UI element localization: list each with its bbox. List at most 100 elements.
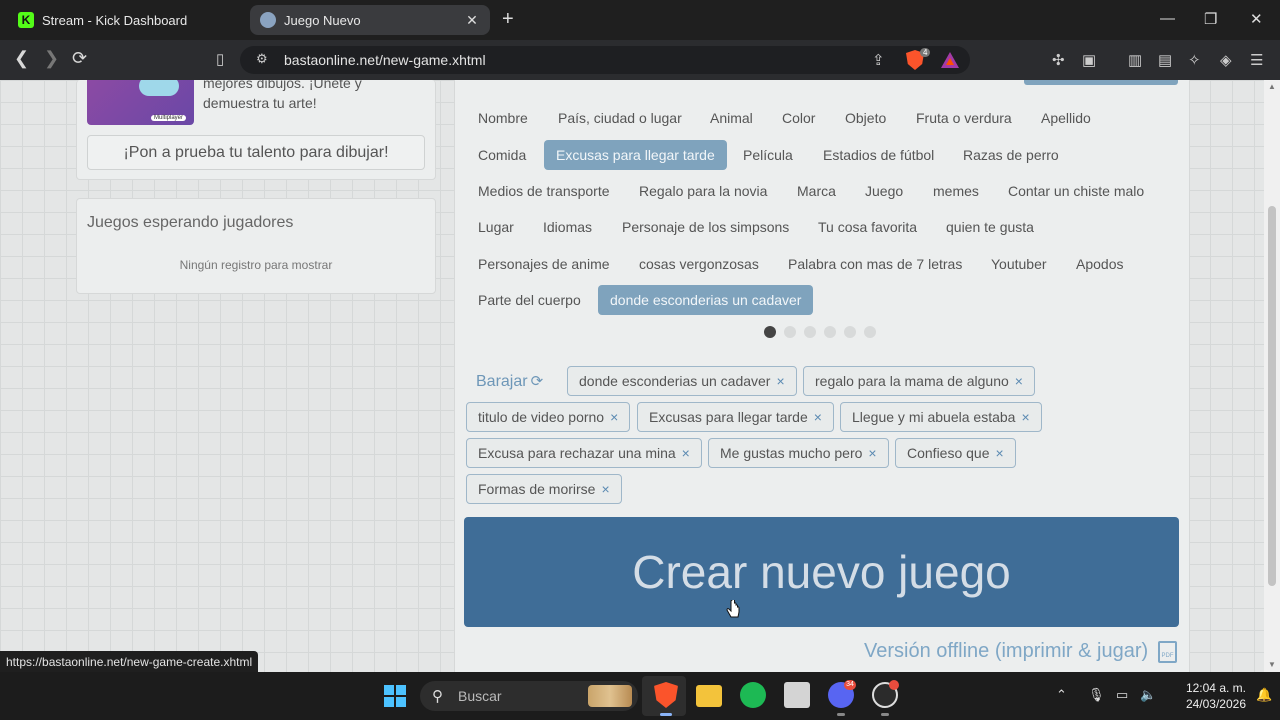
chip-label: Formas de morirse [478, 481, 596, 497]
category-option[interactable]: Animal [698, 103, 765, 133]
category-option[interactable]: Comida [466, 140, 538, 170]
url-text[interactable]: bastaonline.net/new-game.xhtml [284, 52, 486, 68]
system-clock[interactable]: 12:04 a. m. 24/03/2026 [1176, 680, 1246, 712]
category-option[interactable]: Palabra con mas de 7 letras [776, 249, 974, 279]
tab-kick-dashboard[interactable]: K Stream - Kick Dashboard [8, 5, 248, 35]
remove-chip-icon[interactable]: × [1021, 409, 1029, 425]
scroll-up-icon[interactable]: ▲ [1268, 82, 1276, 91]
selected-category-chip: donde esconderias un cadaver × [567, 366, 797, 396]
pagination-dot[interactable] [824, 326, 836, 338]
restore-icon[interactable]: ❐ [1204, 10, 1217, 28]
category-option[interactable]: quien te gusta [934, 212, 1046, 242]
category-option[interactable]: Idiomas [531, 212, 604, 242]
share-icon[interactable]: ⇪ [872, 51, 885, 69]
taskbar-search[interactable]: ⚲ Buscar [420, 681, 638, 711]
forward-icon[interactable]: ❯ [44, 48, 59, 69]
bookmark-icon[interactable]: ▯ [216, 50, 224, 68]
chip-label: Me gustas mucho pero [720, 445, 863, 461]
category-option[interactable]: Apellido [1029, 103, 1103, 133]
pagination-dot[interactable] [764, 326, 776, 338]
remove-chip-icon[interactable]: × [682, 445, 690, 461]
clock-time: 12:04 a. m. [1185, 681, 1246, 695]
category-option[interactable]: Fruta o verdura [904, 103, 1024, 133]
category-option[interactable]: Personaje de los simpsons [610, 212, 801, 242]
drawing-game-image[interactable]: Multiplayer [87, 80, 194, 125]
extensions-icon[interactable]: ✣ [1052, 51, 1065, 69]
remove-chip-icon[interactable]: × [610, 409, 618, 425]
remove-chip-icon[interactable]: × [776, 373, 784, 389]
category-option[interactable]: Estadios de fútbol [811, 140, 946, 170]
file-explorer-icon[interactable] [696, 685, 722, 707]
multiplayer-tag: Multiplayer [150, 115, 186, 121]
remove-chip-icon[interactable]: × [814, 409, 822, 425]
category-option[interactable]: Lugar [466, 212, 526, 242]
address-bar[interactable]: ⚙ bastaonline.net/new-game.xhtml [240, 46, 970, 74]
selected-category-chip: Formas de morirse × [466, 474, 622, 504]
category-option[interactable]: Tu cosa favorita [806, 212, 929, 242]
category-option[interactable]: Parte del cuerpo [466, 285, 593, 315]
windows-start-icon[interactable] [384, 685, 406, 707]
selected-category-chip: Me gustas mucho pero × [708, 438, 889, 468]
notification-icon[interactable]: 🔔 [1256, 687, 1272, 703]
scroll-down-icon[interactable]: ▼ [1268, 660, 1276, 669]
category-option[interactable]: Objeto [833, 103, 898, 133]
pagination-dot[interactable] [804, 326, 816, 338]
selected-category-chip: Excusa para rechazar una mina × [466, 438, 702, 468]
category-option[interactable]: Nombre [466, 103, 540, 133]
brave-rewards-icon[interactable] [941, 52, 959, 68]
category-option[interactable]: Película [731, 140, 805, 170]
microsoft-store-icon[interactable] [784, 682, 810, 708]
volume-icon[interactable]: 🔈 [1140, 687, 1156, 703]
create-game-button[interactable]: Crear nuevo juego [464, 517, 1179, 627]
page-scrollbar[interactable]: ▲ ▼ [1264, 80, 1280, 672]
category-option[interactable]: donde esconderias un cadaver [598, 285, 814, 315]
chevron-up-icon[interactable]: ⌃ [1056, 687, 1067, 703]
pagination-dot[interactable] [784, 326, 796, 338]
offline-version-link[interactable]: Versión offline (imprimir & jugar) [864, 640, 1148, 663]
reader-mode-icon[interactable]: ▣ [1082, 51, 1096, 69]
pdf-icon[interactable]: PDF [1158, 641, 1177, 663]
reload-icon[interactable]: ⟳ [72, 48, 87, 69]
minimize-icon[interactable]: — [1160, 10, 1175, 27]
category-option[interactable]: Youtuber [979, 249, 1059, 279]
new-tab-icon[interactable]: + [502, 8, 514, 31]
category-option[interactable]: Apodos [1064, 249, 1135, 279]
category-option[interactable]: Personajes de anime [466, 249, 622, 279]
category-option[interactable]: País, ciudad o lugar [546, 103, 694, 133]
category-option[interactable]: Regalo para la novia [627, 176, 779, 206]
leo-ai-icon[interactable]: ✧ [1188, 51, 1201, 69]
category-option[interactable]: Marca [785, 176, 848, 206]
close-tab-icon[interactable]: ✕ [464, 12, 480, 29]
menu-icon[interactable]: ☰ [1250, 51, 1263, 69]
wallet-icon[interactable]: ▤ [1158, 51, 1172, 69]
sidebar-icon[interactable]: ▥ [1128, 51, 1142, 69]
spotify-icon[interactable] [740, 682, 766, 708]
remove-chip-icon[interactable]: × [601, 481, 609, 497]
pagination-dot[interactable] [864, 326, 876, 338]
category-option[interactable]: Razas de perro [951, 140, 1071, 170]
category-option[interactable]: Contar un chiste malo [996, 176, 1156, 206]
remove-chip-icon[interactable]: × [996, 445, 1004, 461]
site-info-icon[interactable]: ⚙ [256, 51, 268, 67]
back-icon[interactable]: ❮ [14, 48, 29, 69]
close-window-icon[interactable]: ✕ [1250, 10, 1263, 28]
category-option[interactable]: Juego [853, 176, 915, 206]
selected-category-chip: Confieso que × [895, 438, 1016, 468]
category-option[interactable]: memes [921, 176, 991, 206]
category-option[interactable]: cosas vergonzosas [627, 249, 771, 279]
remove-chip-icon[interactable]: × [868, 445, 876, 461]
tab-juego-nuevo[interactable]: Juego Nuevo ✕ [250, 5, 490, 35]
category-option[interactable]: Excusas para llegar tarde [544, 140, 727, 170]
remove-chip-icon[interactable]: × [1015, 373, 1023, 389]
chip-label: donde esconderias un cadaver [579, 373, 771, 389]
vpn-icon[interactable]: ◈ [1220, 51, 1232, 69]
shuffle-button[interactable]: Barajar ⟳ [476, 372, 543, 391]
network-icon[interactable]: ▭ [1116, 687, 1128, 703]
drawing-challenge-button[interactable]: ¡Pon a prueba tu talento para dibujar! [87, 135, 425, 170]
category-option[interactable]: Medios de transporte [466, 176, 622, 206]
category-option[interactable]: Color [770, 103, 827, 133]
microphone-icon[interactable]: 🎙 [1088, 687, 1105, 703]
pagination-dot[interactable] [844, 326, 856, 338]
scrollbar-thumb[interactable] [1268, 206, 1276, 586]
panel-top-accent [1024, 80, 1178, 85]
